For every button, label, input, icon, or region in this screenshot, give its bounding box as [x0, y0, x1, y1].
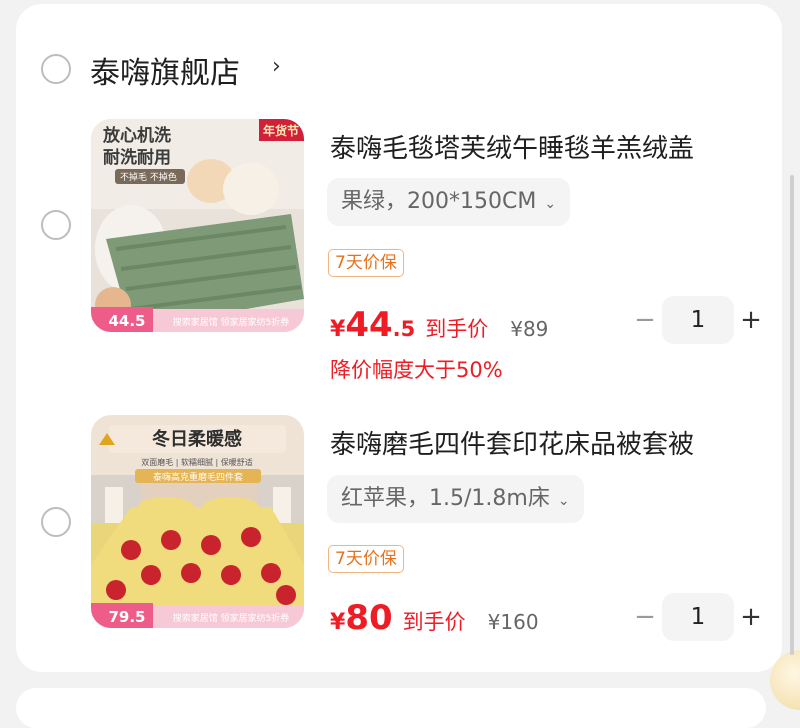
sku-selector[interactable]: 红苹果，1.5/1.8m床 ⌄ [327, 475, 584, 523]
image-price-text: 44.5 [108, 312, 145, 330]
image-headline-2: 耐洗耐用 [103, 147, 171, 168]
price-protect-tag: 7天价保 [328, 249, 404, 277]
price-decimal: .5 [392, 317, 416, 341]
price-integer: 44 [345, 305, 393, 345]
quantity-field[interactable]: 1 [662, 593, 734, 641]
price-currency: ¥ [330, 317, 346, 342]
decrease-button[interactable]: − [632, 304, 658, 336]
image-price-text: 79.5 [108, 608, 145, 626]
price-integer: 80 [345, 598, 393, 638]
product-title[interactable]: 泰嗨磨毛四件套印花床品被套被 [330, 424, 694, 461]
price-row: ¥44.5 到手价 ¥89 [330, 305, 548, 345]
quantity-stepper: − 1 + [632, 296, 768, 344]
chevron-down-icon: ⌄ [557, 493, 570, 509]
item-select-radio[interactable] [41, 507, 71, 537]
increase-button[interactable]: + [738, 601, 764, 633]
product-image[interactable]: 年货节 放心机洗 耐洗耐用 不掉毛 不掉色 44.5 搜索家居馆 领家居家纺5折… [91, 119, 304, 332]
image-features: 双面磨毛 | 软糯细腻 | 保暖舒适 [141, 457, 253, 467]
decrease-button[interactable]: − [632, 601, 658, 633]
price-protect-tag: 7天价保 [328, 545, 404, 573]
image-bottom-text: 搜索家居馆 领家居家纺5折券 [173, 612, 290, 624]
original-price: ¥160 [487, 610, 539, 634]
price-label: 到手价 [402, 610, 466, 634]
scrollbar[interactable] [790, 175, 794, 655]
store-name[interactable]: 泰嗨旗舰店 [90, 48, 240, 92]
image-bottom-text: 搜索家居馆 领家居家纺5折券 [173, 316, 290, 328]
next-store-card [16, 688, 766, 728]
sku-text: 果绿，200*150CM [341, 189, 537, 214]
image-sub-text: 泰嗨高克重磨毛四件套 [153, 471, 243, 483]
price-label: 到手价 [425, 317, 489, 341]
image-sub-text: 不掉毛 不掉色 [120, 171, 177, 183]
increase-button[interactable]: + [738, 304, 764, 336]
original-price: ¥89 [510, 317, 549, 341]
store-select-radio[interactable] [41, 54, 71, 84]
chevron-down-icon: ⌄ [544, 196, 557, 212]
quantity-stepper: − 1 + [632, 593, 768, 641]
sku-selector[interactable]: 果绿，200*150CM ⌄ [327, 178, 571, 226]
product-title[interactable]: 泰嗨毛毯塔芙绒午睡毯羊羔绒盖 [330, 128, 694, 165]
item-select-radio[interactable] [41, 210, 71, 240]
chevron-right-icon[interactable]: › [272, 54, 281, 79]
price-currency: ¥ [330, 610, 346, 635]
image-headline-1: 放心机洗 [102, 125, 171, 146]
sku-text: 红苹果，1.5/1.8m床 [341, 486, 550, 511]
image-headline: 冬日柔暖感 [152, 428, 242, 450]
price-row: ¥80 到手价 ¥160 [330, 598, 539, 638]
quantity-field[interactable]: 1 [662, 296, 734, 344]
discount-text: 降价幅度大于50% [330, 358, 503, 382]
product-image[interactable]: 冬日柔暖感 双面磨毛 | 软糯细腻 | 保暖舒适 泰嗨高克重磨毛四件套 79.5… [91, 415, 304, 628]
image-badge-text: 年货节 [263, 123, 299, 138]
